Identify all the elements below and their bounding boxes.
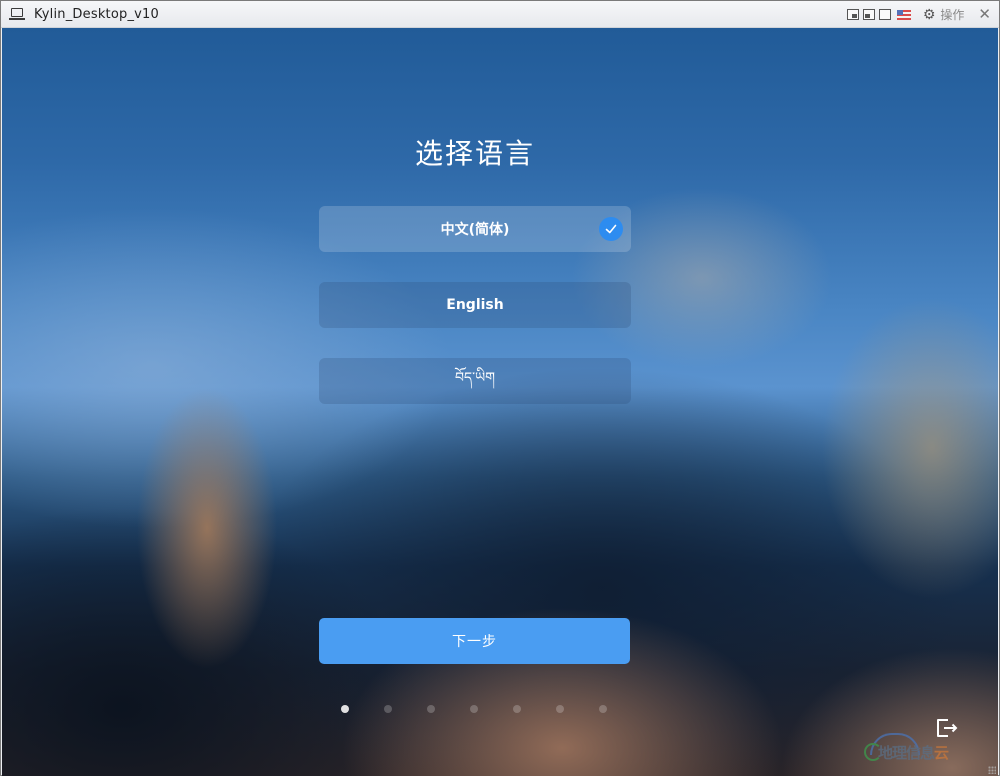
step-dot [556,705,564,713]
step-dot [470,705,478,713]
keyboard-flag-icon[interactable] [896,9,911,20]
watermark-text: 地理信息云 [878,744,949,762]
installer-screen: 选择语言 中文(简体) English བོད་ཡིག 下一步 地理信息云 [2,28,998,776]
operations-menu[interactable]: 操作 [940,6,964,23]
step-dot [384,705,392,713]
gear-icon[interactable]: ⚙ [923,8,936,22]
step-dot [427,705,435,713]
language-option-tibetan[interactable]: བོད་ཡིག [319,358,631,404]
watermark-logo: 地理信息云 [864,733,982,763]
step-dot [599,705,607,713]
close-icon[interactable]: ✕ [978,7,991,22]
title-bar: Kylin_Desktop_v10 ⚙ 操作 ✕ [1,1,999,28]
step-indicator [2,705,998,715]
step-dot [513,705,521,713]
window-title: Kylin_Desktop_v10 [34,6,159,22]
language-option-chinese[interactable]: 中文(简体) [319,206,631,252]
page-title: 选择语言 [414,137,535,170]
check-icon [599,217,623,241]
step-dot [341,705,349,713]
cloud-icon [870,733,920,755]
language-label: བོད་ཡིག [454,370,496,386]
title-bar-controls: ⚙ 操作 ✕ [846,1,991,28]
language-label: 中文(简体) [440,222,510,238]
language-option-english[interactable]: English [319,282,631,328]
resize-grip[interactable] [988,766,996,774]
view-mode-1-icon[interactable] [846,9,859,20]
ring-icon [864,743,882,761]
view-fullscreen-icon[interactable] [878,9,891,20]
exit-icon[interactable] [935,717,959,739]
laptop-icon [9,7,26,21]
vm-window: Kylin_Desktop_v10 ⚙ 操作 ✕ 选择语言 中文(简体) Eng… [0,0,1000,776]
language-label: English [446,297,504,313]
view-mode-2-icon[interactable] [862,9,875,20]
next-button[interactable]: 下一步 [319,618,630,664]
